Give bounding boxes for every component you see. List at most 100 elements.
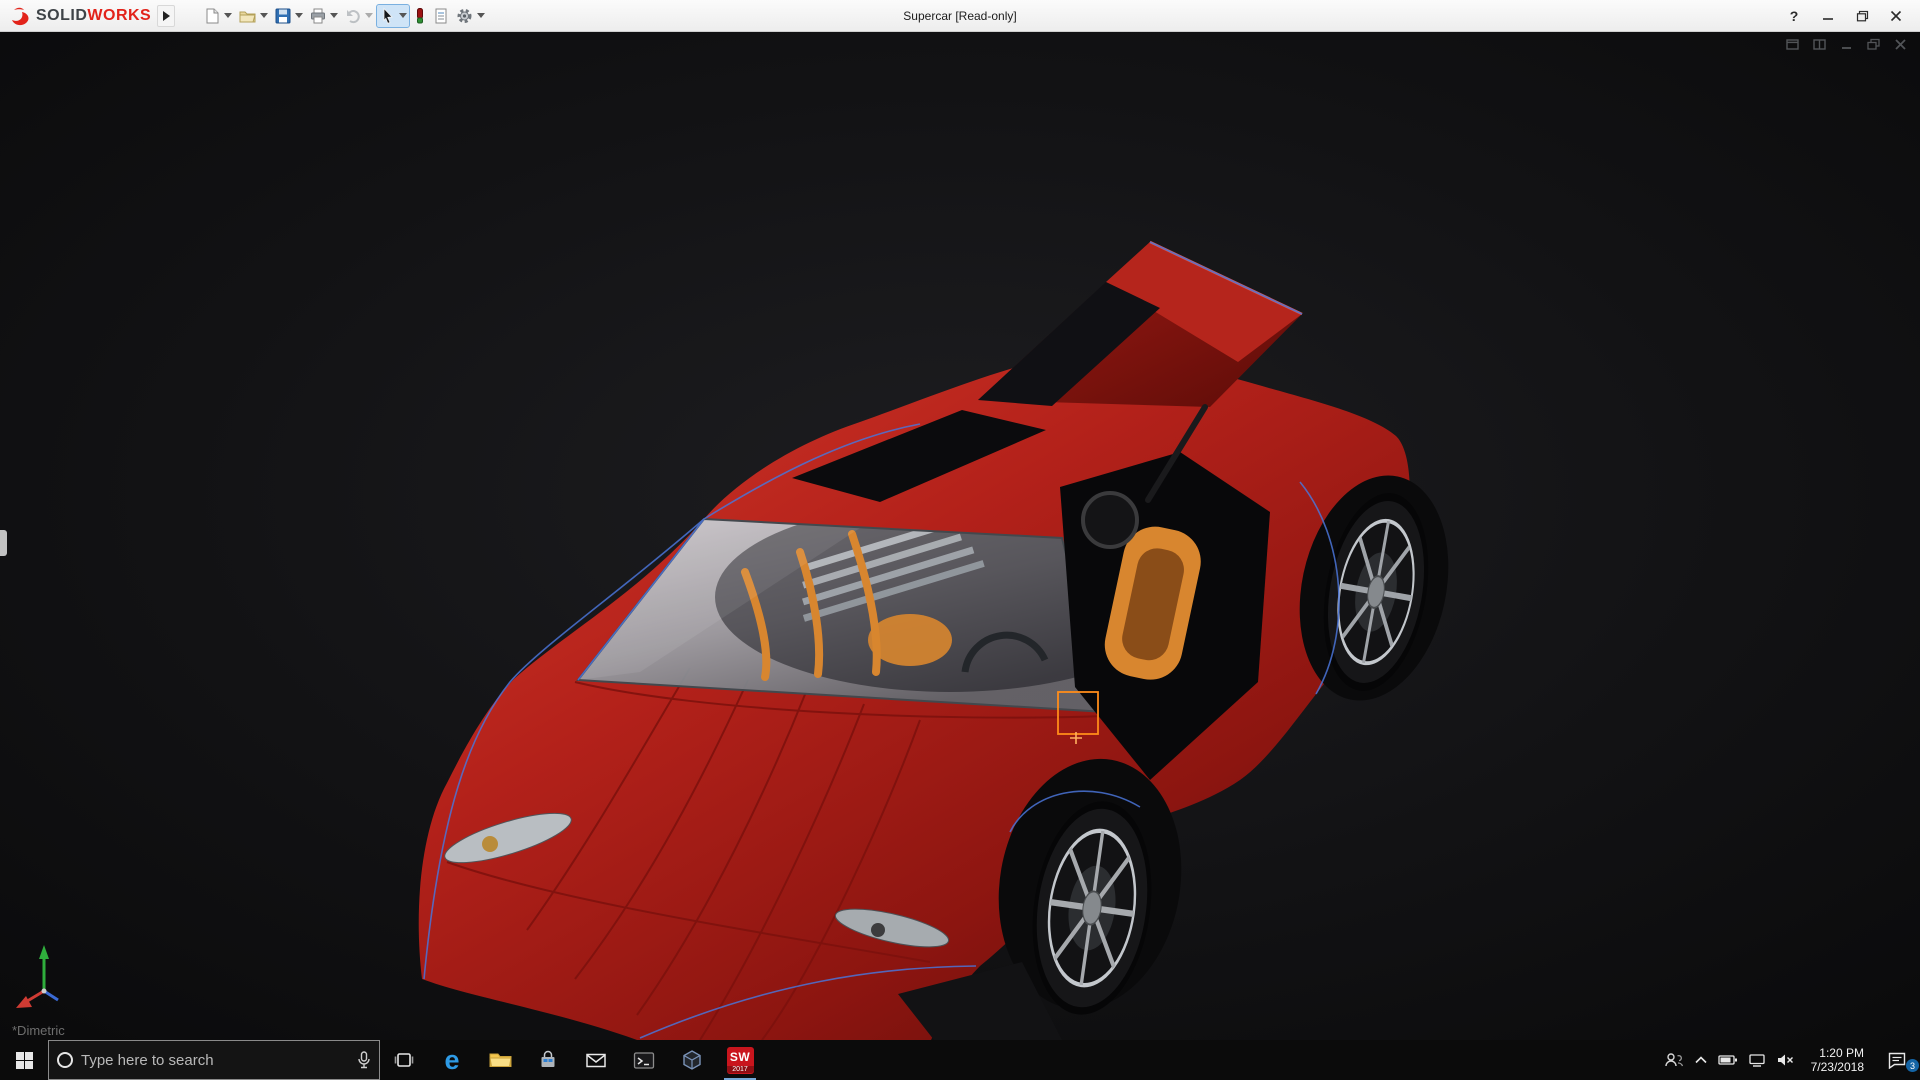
- window-controls: ?: [1780, 4, 1920, 28]
- volume-button[interactable]: [1776, 1053, 1795, 1067]
- microphone-icon[interactable]: [357, 1051, 371, 1069]
- solidworks-app-button[interactable]: SW 2017: [716, 1040, 764, 1080]
- start-button[interactable]: [0, 1040, 48, 1080]
- mail-envelope-icon: [585, 1052, 607, 1069]
- undo-button[interactable]: [342, 5, 375, 27]
- file-explorer-button[interactable]: [476, 1040, 524, 1080]
- open-document-button[interactable]: [236, 5, 270, 27]
- file-properties-icon: [433, 7, 449, 25]
- seat-headrest: [1083, 493, 1137, 547]
- people-button[interactable]: [1664, 1052, 1684, 1068]
- action-center-button[interactable]: 3: [1880, 1051, 1914, 1069]
- doc-close-button[interactable]: [1893, 38, 1908, 51]
- brand-solid: SOLID: [36, 7, 87, 24]
- battery-button[interactable]: [1718, 1054, 1738, 1066]
- graphics-viewport[interactable]: *Dimetric: [0, 32, 1920, 1040]
- close-button[interactable]: [1882, 4, 1910, 28]
- save-icon: [274, 7, 292, 25]
- task-view-icon: [393, 1050, 415, 1070]
- file-properties-button[interactable]: [431, 5, 451, 27]
- solidworks-window: SOLIDWORKS: [0, 0, 1920, 1080]
- windows-taskbar: e: [0, 1040, 1920, 1080]
- doc-minimize-button[interactable]: [1839, 38, 1854, 51]
- restore-icon: [1856, 10, 1869, 22]
- undo-icon: [344, 7, 362, 25]
- restore-button[interactable]: [1848, 4, 1876, 28]
- solidworks-app-icon: SW 2017: [727, 1047, 754, 1074]
- chevron-down-icon[interactable]: [399, 13, 407, 18]
- gear-icon: [455, 7, 474, 25]
- system-tray: 1:20 PM 7/23/2018 3: [1664, 1040, 1920, 1080]
- speaker-muted-icon: [1776, 1053, 1795, 1067]
- open-folder-icon: [238, 7, 257, 25]
- menu-flyout-button[interactable]: [157, 5, 175, 27]
- people-icon: [1664, 1052, 1684, 1068]
- hexagon-cube-icon: [681, 1049, 703, 1071]
- help-glyph: ?: [1790, 8, 1799, 24]
- edrawings-app-button[interactable]: [668, 1040, 716, 1080]
- doc-window-icon-1[interactable]: [1785, 38, 1800, 51]
- orientation-triad: [12, 939, 84, 1016]
- search-input[interactable]: [81, 1052, 349, 1069]
- save-button[interactable]: [272, 5, 305, 27]
- taskbar-clock[interactable]: 1:20 PM 7/23/2018: [1805, 1046, 1870, 1074]
- chevron-down-icon[interactable]: [295, 13, 303, 18]
- terminal-icon: [633, 1051, 655, 1070]
- action-center-icon: [1887, 1051, 1907, 1069]
- task-view-button[interactable]: [380, 1040, 428, 1080]
- new-document-button[interactable]: [201, 5, 234, 27]
- help-button[interactable]: ?: [1780, 4, 1808, 28]
- chevron-down-icon[interactable]: [260, 13, 268, 18]
- select-tool-button[interactable]: [377, 5, 409, 27]
- brand-works: WORKS: [87, 7, 151, 24]
- notification-badge: 3: [1906, 1059, 1919, 1072]
- solidworks-logo: SOLIDWORKS: [0, 5, 157, 27]
- cortana-icon: [57, 1052, 73, 1068]
- y-axis-arrow: [39, 945, 49, 959]
- collapsed-panel-tab[interactable]: [0, 530, 7, 556]
- mail-button[interactable]: [572, 1040, 620, 1080]
- print-button[interactable]: [307, 5, 340, 27]
- document-window-controls: [1785, 38, 1908, 51]
- edge-browser-button[interactable]: e: [428, 1040, 476, 1080]
- rebuild-icon: [413, 7, 427, 25]
- chevron-down-icon[interactable]: [365, 13, 373, 18]
- edge-icon: e: [444, 1047, 459, 1074]
- sw-year-label: 2017: [727, 1066, 754, 1073]
- rebuild-button[interactable]: [411, 5, 429, 27]
- file-explorer-icon: [488, 1050, 513, 1070]
- minimize-icon: [1822, 10, 1834, 22]
- chevron-down-icon[interactable]: [477, 13, 485, 18]
- print-icon: [309, 7, 327, 25]
- ds-logo-icon: [8, 5, 32, 27]
- flyout-arrow-icon: [163, 11, 170, 21]
- battery-icon: [1718, 1054, 1738, 1066]
- doc-restore-button[interactable]: [1866, 38, 1881, 51]
- network-button[interactable]: [1748, 1053, 1766, 1067]
- scene-canvas: [0, 32, 1920, 1040]
- new-document-icon: [203, 7, 221, 25]
- x-axis-arrow: [16, 996, 32, 1008]
- minimize-button[interactable]: [1814, 4, 1842, 28]
- terminal-button[interactable]: [620, 1040, 668, 1080]
- sw-abbr-label: SW: [730, 1050, 750, 1064]
- network-icon: [1748, 1053, 1766, 1067]
- store-button[interactable]: [524, 1040, 572, 1080]
- quick-access-toolbar: [201, 5, 487, 27]
- options-button[interactable]: [453, 5, 487, 27]
- doc-window-icon-2[interactable]: [1812, 38, 1827, 51]
- store-bag-icon: [538, 1050, 558, 1070]
- hidden-icons-button[interactable]: [1694, 1055, 1708, 1065]
- windows-logo-icon: [16, 1052, 33, 1069]
- chevron-down-icon[interactable]: [224, 13, 232, 18]
- titlebar: SOLIDWORKS: [0, 0, 1920, 32]
- chevron-up-icon: [1694, 1055, 1708, 1065]
- brand-wordmark: SOLIDWORKS: [36, 7, 151, 25]
- select-cursor-icon: [379, 7, 396, 25]
- clock-date: 7/23/2018: [1811, 1060, 1864, 1074]
- chevron-down-icon[interactable]: [330, 13, 338, 18]
- clock-time: 1:20 PM: [1819, 1046, 1864, 1060]
- taskbar-search[interactable]: [48, 1040, 380, 1080]
- view-orientation-label: *Dimetric: [12, 1023, 65, 1038]
- close-icon: [1890, 10, 1902, 22]
